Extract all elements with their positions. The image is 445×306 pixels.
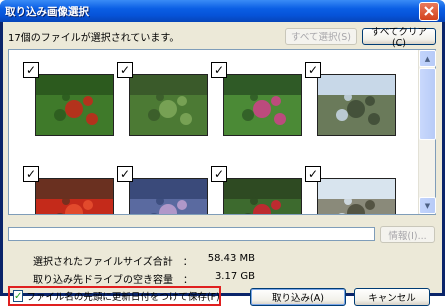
thumbnail-image xyxy=(54,93,98,125)
selected-count-label: 17個のファイルが選択されています。 xyxy=(8,32,180,44)
thumbnail-checkbox[interactable]: ✓ xyxy=(117,62,133,78)
info-button[interactable]: 情報(I)... xyxy=(380,226,435,243)
scroll-up-button[interactable]: ▲ xyxy=(419,50,436,67)
thumbnail-item[interactable]: ✓ xyxy=(211,166,302,214)
thumbnail-list[interactable]: ✓ ✓ ✓ ✓ ✓ ✓ ✓ ✓ ▲ ▼ xyxy=(8,49,436,215)
import-image-select-dialog: 取り込み画像選択 17個のファイルが選択されています。 すべて選択(S) すべて… xyxy=(0,0,445,306)
close-icon xyxy=(424,6,434,16)
thumbnail-image xyxy=(150,197,187,214)
thumbnail-image xyxy=(56,197,93,214)
free-space-label: 取り込み先ドライブの空き容量 ： xyxy=(33,275,193,286)
thumbnail-checkbox[interactable]: ✓ xyxy=(305,166,321,182)
thumbnail-checkbox[interactable]: ✓ xyxy=(211,166,227,182)
total-size-label: 選択されたファイルサイズ合計 ： xyxy=(33,257,193,268)
progress-bar xyxy=(8,227,375,241)
thumbnail-image xyxy=(242,93,286,125)
thumbnail-checkbox[interactable]: ✓ xyxy=(117,166,133,182)
checkmark-icon: ✓ xyxy=(14,290,23,302)
checkmark-icon: ✓ xyxy=(25,167,37,181)
thumbnail-item[interactable]: ✓ xyxy=(23,62,114,136)
thumbnail-item[interactable]: ✓ xyxy=(305,62,396,136)
thumbnail-checkbox[interactable]: ✓ xyxy=(305,62,321,78)
checkmark-icon: ✓ xyxy=(307,167,319,181)
import-button[interactable]: 取り込み(A) xyxy=(250,288,346,306)
close-button[interactable] xyxy=(419,1,439,21)
checkmark-icon: ✓ xyxy=(213,167,225,181)
thumbnail-checkbox[interactable]: ✓ xyxy=(23,166,39,182)
checkmark-icon: ✓ xyxy=(119,167,131,181)
thumbnail-image xyxy=(244,197,281,214)
cancel-button[interactable]: キャンセル xyxy=(354,288,430,306)
title-bar[interactable]: 取り込み画像選択 xyxy=(0,0,445,22)
thumbnail-item[interactable]: ✓ xyxy=(23,166,114,214)
checkmark-icon: ✓ xyxy=(119,63,131,77)
free-space-value: 3.17 GB xyxy=(214,271,255,282)
thumbnail-checkbox[interactable]: ✓ xyxy=(211,62,227,78)
save-with-date-option[interactable]: ✓ ファイル名の先頭に更新日付をつけて保存(F) xyxy=(8,286,221,306)
scroll-thumb[interactable] xyxy=(419,68,436,140)
vertical-scrollbar[interactable]: ▲ ▼ xyxy=(418,50,436,214)
dialog-body: 17個のファイルが選択されています。 すべて選択(S) すべてクリア(C) ✓ ✓… xyxy=(3,22,442,306)
window-title: 取り込み画像選択 xyxy=(5,5,89,18)
thumbnail-image xyxy=(336,93,380,125)
thumbnail-grid: ✓ ✓ ✓ ✓ ✓ ✓ ✓ ✓ xyxy=(9,50,419,214)
thumbnail-image xyxy=(148,93,192,125)
thumbnail-image xyxy=(338,197,375,214)
scroll-down-button[interactable]: ▼ xyxy=(419,197,436,214)
checkmark-icon: ✓ xyxy=(307,63,319,77)
scroll-up-icon: ▲ xyxy=(424,54,431,63)
checkmark-icon: ✓ xyxy=(25,63,37,77)
select-all-button[interactable]: すべて選択(S) xyxy=(285,27,357,45)
checkmark-icon: ✓ xyxy=(213,63,225,77)
clear-all-button[interactable]: すべてクリア(C) xyxy=(362,27,436,49)
thumbnail-item[interactable]: ✓ xyxy=(117,62,208,136)
save-with-date-checkbox[interactable]: ✓ xyxy=(13,290,24,302)
thumbnail-item[interactable]: ✓ xyxy=(305,166,396,214)
save-with-date-label[interactable]: ファイル名の先頭に更新日付をつけて保存(F) xyxy=(26,289,219,303)
thumbnail-item[interactable]: ✓ xyxy=(211,62,302,136)
selection-toolbar: 17個のファイルが選択されています。 すべて選択(S) すべてクリア(C) xyxy=(8,27,436,49)
scroll-down-icon: ▼ xyxy=(424,201,431,210)
thumbnail-item[interactable]: ✓ xyxy=(117,166,208,214)
total-size-value: 58.43 MB xyxy=(207,253,255,264)
thumbnail-checkbox[interactable]: ✓ xyxy=(23,62,39,78)
